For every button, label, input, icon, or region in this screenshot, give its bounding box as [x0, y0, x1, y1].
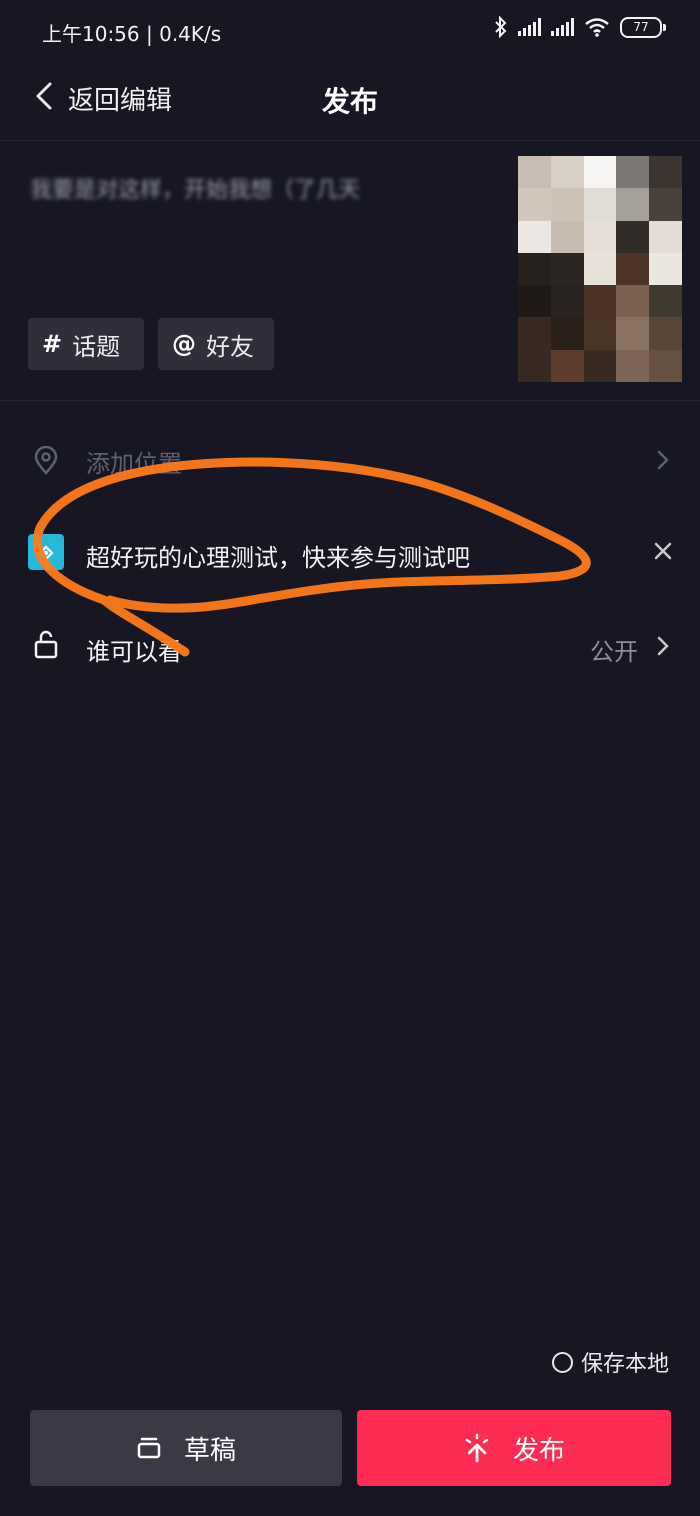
wifi-icon [585, 18, 609, 37]
at-icon: @ [172, 330, 196, 358]
cover-thumbnail[interactable] [518, 156, 682, 382]
publish-button[interactable]: 发布 [357, 1410, 671, 1486]
battery-icon: 77 [620, 16, 666, 38]
status-icons: 77 [494, 16, 666, 38]
publish-button-label: 发布 [512, 1435, 565, 1466]
draft-button-label: 草稿 [183, 1435, 236, 1466]
draft-button[interactable]: 草稿 [30, 1410, 342, 1486]
privacy-value[interactable]: 公开 [590, 632, 638, 667]
page-title: 发布 [321, 85, 378, 118]
add-location-row[interactable]: 添加位置 [86, 444, 182, 479]
topic-chip-label: 话题 [72, 332, 121, 361]
location-pin-icon [34, 446, 58, 475]
status-time: 上午10:56 | 0.4K/s [42, 22, 222, 46]
chevron-right-icon [657, 450, 669, 470]
radio-icon[interactable] [552, 1351, 573, 1373]
topic-chip[interactable]: # 话题 [28, 318, 144, 370]
close-icon[interactable] [652, 540, 674, 562]
publish-icon [465, 1433, 489, 1463]
section-divider [0, 400, 700, 401]
mini-program-label[interactable]: 超好玩的心理测试，快来参与测试吧 [86, 538, 470, 573]
friend-chip-label: 好友 [206, 332, 254, 361]
drafts-icon [137, 1437, 161, 1459]
save-local-toggle[interactable]: 保存本地 [552, 1346, 669, 1378]
bluetooth-icon [495, 16, 507, 38]
hashtag-icon: # [42, 330, 63, 358]
save-local-label: 保存本地 [581, 1352, 670, 1377]
signal-icon [518, 18, 541, 36]
chevron-right-icon [657, 636, 669, 656]
who-can-view-row[interactable]: 谁可以看 [86, 632, 182, 667]
header-divider [0, 140, 700, 141]
caption-input[interactable]: 我要是对这样，开始我想（了几天 [30, 172, 470, 204]
lock-icon [34, 630, 58, 659]
friend-chip[interactable]: @ 好友 [158, 318, 274, 370]
mini-program-icon [28, 534, 64, 570]
signal-icon [551, 18, 574, 36]
